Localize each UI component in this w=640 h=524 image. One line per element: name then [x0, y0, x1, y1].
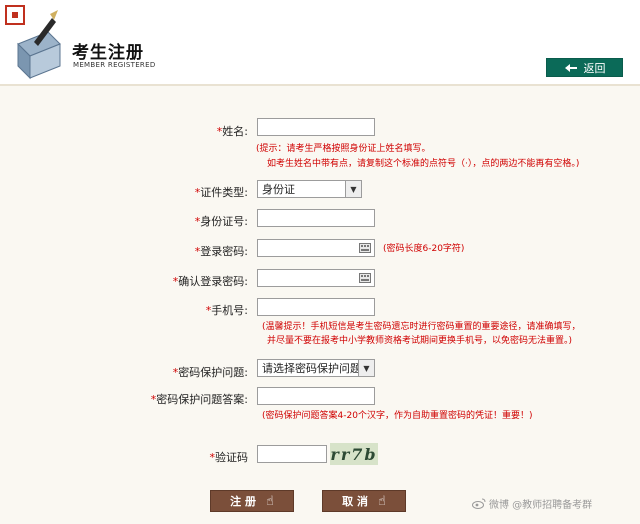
hand-pointer-icon: ☝ — [377, 493, 386, 509]
captcha-image[interactable]: rr7b — [330, 443, 378, 465]
security-question-select[interactable]: 请选择密码保护问题 ▼ — [257, 359, 375, 377]
phone-input[interactable] — [257, 298, 375, 316]
name-hint-line-1: (提示：请考生严格按照身份证上姓名填写。 — [256, 144, 431, 154]
back-label: 返回 — [583, 61, 606, 75]
chevron-down-icon[interactable]: ▼ — [345, 181, 361, 197]
back-arrow-icon — [564, 63, 577, 72]
phone-label: *手机号: — [205, 304, 248, 317]
weibo-icon — [472, 498, 486, 509]
id-type-select[interactable]: 身份证 ▼ — [257, 180, 362, 198]
security-answer-input[interactable] — [257, 387, 375, 405]
name-hint-line-2: 如考生姓名中带有点，请复制这个标准的点符号（·），点的两边不能再有空格。) — [267, 159, 580, 169]
cancel-button[interactable]: 取 消 ☝ — [322, 490, 406, 512]
hand-pointer-icon: ☝ — [265, 493, 274, 509]
phone-hint-line-1: (温馨提示！手机短信是考生密码遗忘时进行密码重置的重要途径，请准确填写， — [262, 322, 581, 332]
name-input[interactable] — [257, 118, 375, 136]
password-input[interactable] — [257, 239, 375, 257]
phone-hint-line-2: 并尽量不要在报考中小学教师资格考试期间更换手机号，以免密码无法重置。) — [267, 336, 573, 346]
password-confirm-label: *确认登录密码: — [172, 275, 248, 288]
id-number-input[interactable] — [257, 209, 375, 227]
password-hint: (密码长度6-20字符) — [383, 244, 465, 254]
security-answer-label: *密码保护问题答案: — [150, 393, 248, 406]
password-label: *登录密码: — [194, 245, 248, 258]
register-logo-icon — [5, 5, 61, 80]
watermark: 微博 @教师招聘备考群 — [472, 496, 592, 511]
register-button[interactable]: 注 册 ☝ — [210, 490, 294, 512]
security-question-value: 请选择密码保护问题 — [262, 362, 358, 375]
keyboard-icon[interactable] — [359, 273, 371, 283]
security-answer-hint: (密码保护问题答案4-20个汉字，作为自助重置密码的凭证！重要！) — [262, 411, 533, 421]
page-subtitle: MEMBER REGISTERED — [73, 61, 156, 69]
name-label: *姓名: — [216, 125, 248, 138]
page-header: 考生注册 MEMBER REGISTERED 返回 — [0, 0, 640, 86]
id-type-value: 身份证 — [262, 183, 295, 196]
id-type-label: *证件类型: — [194, 186, 248, 199]
security-question-label: *密码保护问题: — [172, 366, 248, 379]
watermark-text: 微博 @教师招聘备考群 — [489, 500, 593, 511]
chevron-down-icon[interactable]: ▼ — [358, 360, 374, 376]
keyboard-icon[interactable] — [359, 243, 371, 253]
id-number-label: *身份证号: — [194, 215, 248, 228]
cancel-label: 取 消 — [342, 495, 368, 508]
captcha-input[interactable] — [257, 445, 327, 463]
page-title: 考生注册 — [72, 43, 144, 63]
password-confirm-input[interactable] — [257, 269, 375, 287]
register-label: 注 册 — [230, 495, 256, 508]
captcha-label: *验证码 — [209, 451, 249, 464]
back-button[interactable]: 返回 — [546, 58, 623, 77]
